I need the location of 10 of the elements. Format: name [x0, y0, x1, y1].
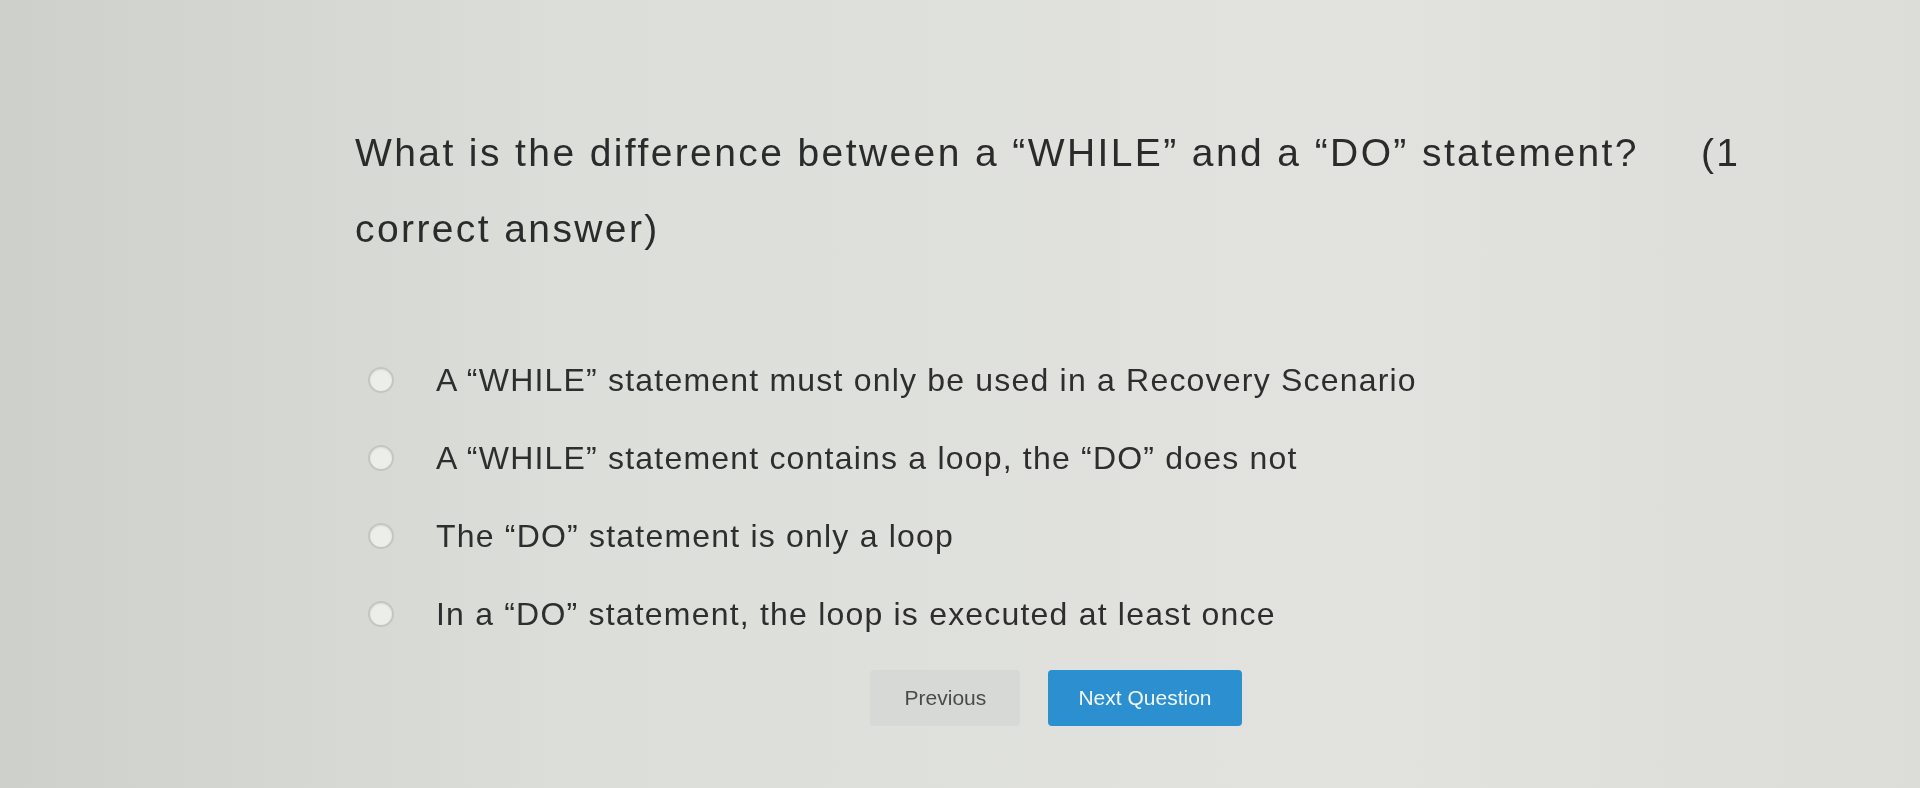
question-text: What is the difference between a “WHILE” and a “DO” statement? (1 correct answer)	[355, 130, 1742, 252]
option-label[interactable]: In a “DO” statement, the loop is executed at least once	[436, 595, 1276, 633]
radio-button[interactable]	[368, 601, 394, 627]
radio-button[interactable]	[368, 367, 394, 393]
option-label[interactable]: The “DO” statement is only a loop	[436, 517, 955, 555]
radio-button[interactable]	[368, 523, 394, 549]
option-label[interactable]: A “WHILE” statement contains a loop, the “DO” does not	[436, 439, 1298, 477]
previous-button[interactable]: Previous	[870, 670, 1021, 726]
radio-button[interactable]	[368, 445, 394, 471]
option-label[interactable]: A “WHILE” statement must only be used in a Recovery Scenario	[436, 361, 1417, 399]
